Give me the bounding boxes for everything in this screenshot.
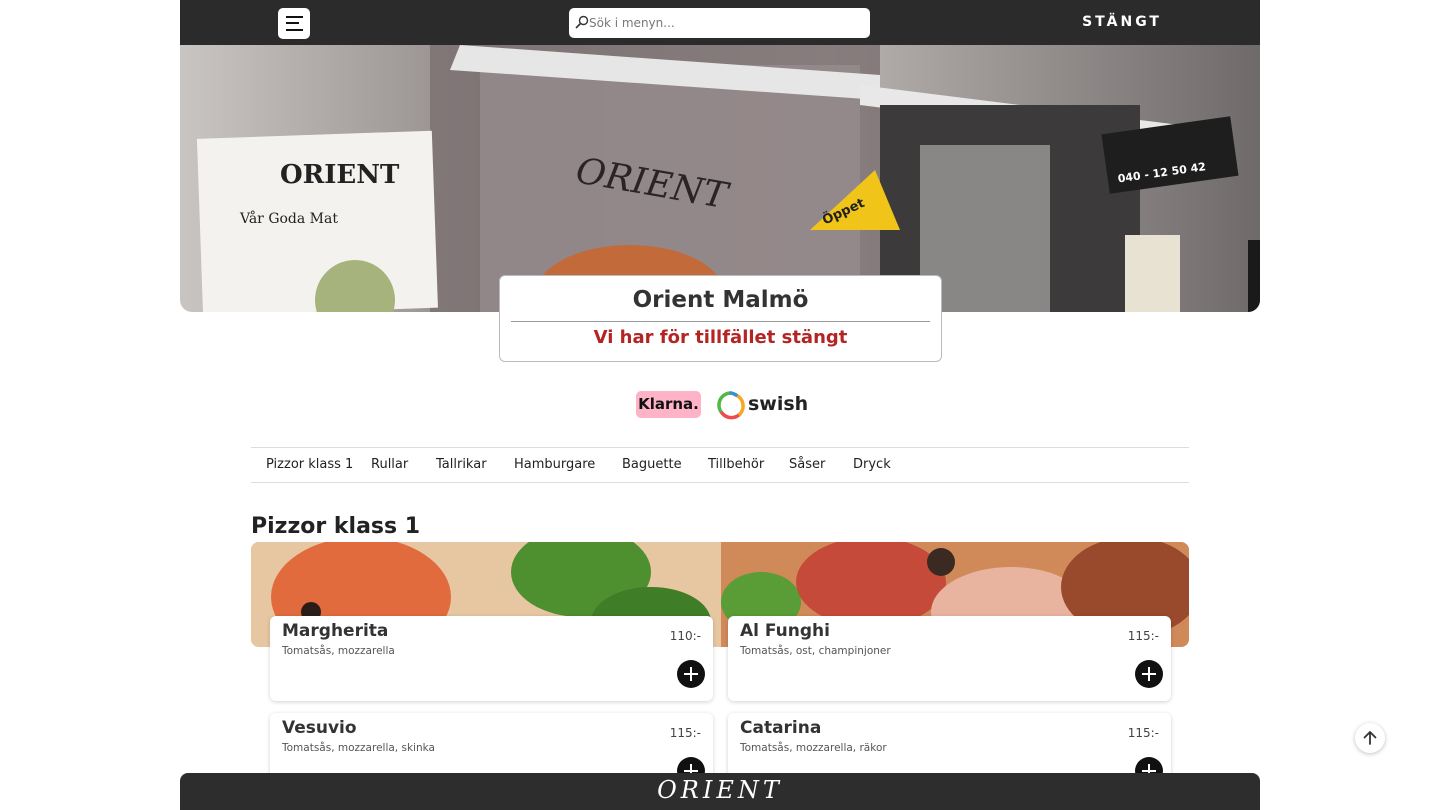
footer-logo: ORIENT (657, 776, 783, 804)
category-link[interactable]: Dryck (853, 457, 891, 472)
search-box (569, 8, 870, 38)
item-description: Tomatsås, ost, champinjoner (740, 645, 891, 657)
klarna-logo: Klarna. (636, 391, 701, 418)
menu-item-card[interactable]: Margherita Tomatsås, mozzarella 110:- (270, 616, 713, 701)
scroll-to-top-button[interactable] (1355, 723, 1385, 753)
category-link[interactable]: Pizzor klass 1 (266, 457, 353, 472)
hero-image: ORIENT Vår Goda Mat ORIENT Öppet 040 - 1… (180, 45, 1260, 312)
item-description: Tomatsås, mozzarella, skinka (282, 742, 435, 754)
restaurant-name: Orient Malmö (632, 287, 809, 313)
category-link[interactable]: Hamburgare (514, 457, 595, 472)
item-description: Tomatsås, mozzarella (282, 645, 395, 657)
footer: ORIENT (180, 773, 1260, 810)
search-input[interactable] (589, 12, 859, 34)
hamburger-icon-line (286, 29, 303, 31)
item-price: 110:- (669, 629, 701, 643)
section-title: Pizzor klass 1 (251, 514, 421, 539)
swish-icon (717, 391, 745, 420)
swish-label: swish (748, 393, 809, 415)
menu-button[interactable] (278, 8, 310, 39)
divider (511, 321, 930, 322)
add-to-cart-icon[interactable] (1135, 660, 1163, 688)
menu-item-card[interactable]: Al Funghi Tomatsås, ost, champinjoner 11… (728, 616, 1171, 701)
sign-subtitle: Vår Goda Mat (239, 210, 338, 227)
swish-logo: swish (716, 390, 816, 420)
hamburger-icon (286, 16, 303, 18)
item-name: Margherita (282, 621, 389, 641)
item-description: Tomatsås, mozzarella, räkor (740, 742, 887, 754)
item-name: Vesuvio (282, 718, 357, 738)
status-badge: STÄNGT (1082, 14, 1162, 30)
restaurant-info-card: Orient Malmö Vi har för tillfället stäng… (499, 275, 942, 362)
category-link[interactable]: Såser (789, 457, 825, 472)
category-link[interactable]: Tillbehör (708, 457, 764, 472)
item-name: Catarina (740, 718, 822, 738)
sign-title: ORIENT (280, 160, 400, 190)
item-name: Al Funghi (740, 621, 830, 641)
arrow-up-icon (1363, 731, 1377, 745)
category-link[interactable]: Rullar (371, 457, 408, 472)
top-bar: STÄNGT (180, 0, 1260, 45)
item-price: 115:- (1127, 629, 1159, 643)
search-icon (575, 15, 589, 29)
category-link[interactable]: Baguette (622, 457, 682, 472)
category-nav: Pizzor klass 1 Rullar Tallrikar Hamburga… (251, 447, 1189, 483)
item-price: 115:- (669, 726, 701, 740)
category-link[interactable]: Tallrikar (436, 457, 487, 472)
opening-status: Vi har för tillfället stängt (593, 327, 848, 348)
hamburger-icon-line (286, 22, 299, 24)
item-price: 115:- (1127, 726, 1159, 740)
add-to-cart-icon[interactable] (677, 660, 705, 688)
